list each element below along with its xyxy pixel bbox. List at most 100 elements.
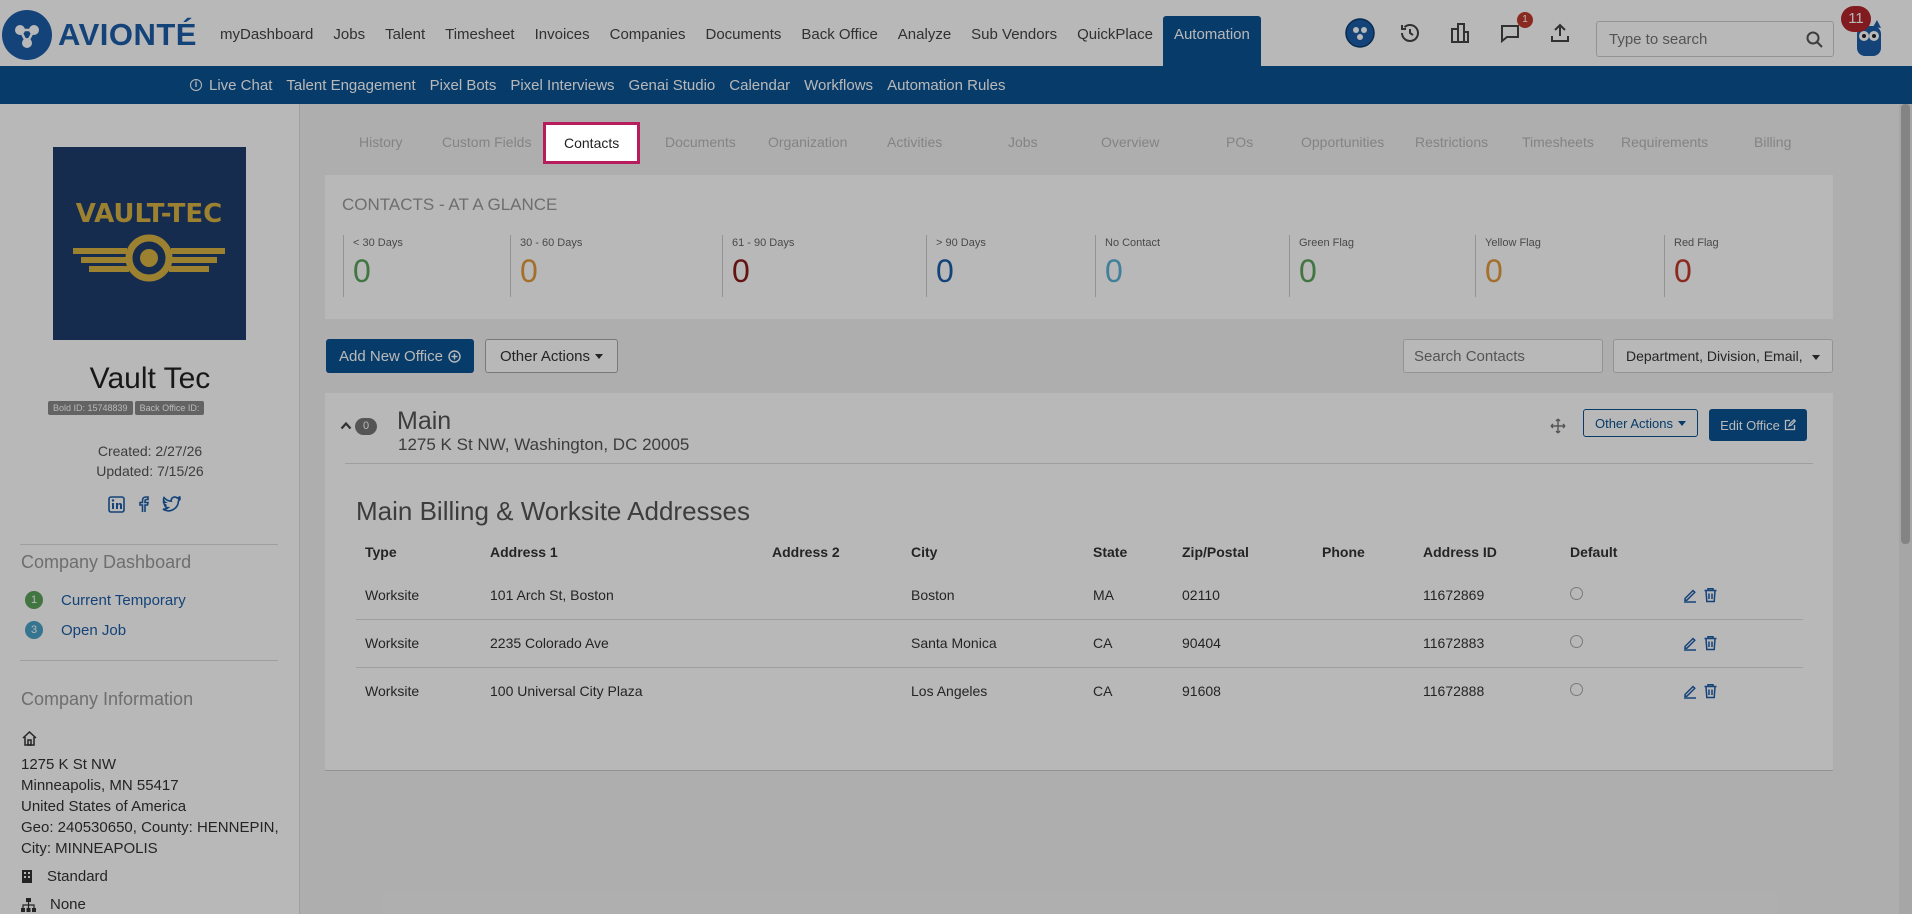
chevron-up-icon[interactable] [340,417,352,435]
cell-type: Worksite [365,683,420,700]
stat-under-30-days[interactable]: < 30 Days 0 [343,235,403,297]
cell-city: Los Angeles [911,683,988,700]
stat-61-90-days[interactable]: 61 - 90 Days 0 [722,235,794,297]
menu-back-office[interactable]: Back Office [791,16,887,66]
tab-billing[interactable]: Billing [1754,134,1791,150]
trash-icon[interactable] [1703,587,1718,603]
edit-office-button[interactable]: Edit Office [1709,409,1807,441]
current-temporary-link[interactable]: Current Temporary [61,592,186,609]
facebook-icon[interactable] [135,496,152,513]
menu-quickplace[interactable]: QuickPlace [1067,16,1163,66]
tab-organization[interactable]: Organization [768,134,847,150]
default-radio[interactable] [1570,635,1583,648]
menu-sub-vendors[interactable]: Sub Vendors [961,16,1067,66]
company-name: Vault Tec [89,362,211,395]
tab-pos[interactable]: POs [1226,134,1253,150]
menu-jobs[interactable]: Jobs [323,16,375,66]
tab-opportunities[interactable]: Opportunities [1301,134,1384,150]
chat-icon[interactable]: 1 [1495,12,1533,48]
column-header: Zip/Postal [1182,544,1249,560]
menu-timesheet[interactable]: Timesheet [435,16,524,66]
linkedin-icon[interactable] [108,496,125,513]
tab-overview[interactable]: Overview [1101,134,1159,150]
stat-over-90-days[interactable]: > 90 Days 0 [926,235,986,297]
edit-icon[interactable] [1682,635,1698,651]
cell-default [1561,619,1673,668]
building-icon[interactable] [1445,18,1475,48]
subnav-talent-engagement[interactable]: Talent Engagement [286,77,415,94]
search-icon[interactable] [1806,31,1823,53]
upload-icon[interactable] [1545,18,1575,48]
other-actions-label: Other Actions [499,347,591,365]
add-new-office-button[interactable]: Add New Office [326,339,474,373]
search-contacts[interactable] [1403,339,1603,373]
column-header: Address 1 [490,544,558,560]
menu-invoices[interactable]: Invoices [525,16,600,66]
default-radio[interactable] [1570,683,1583,697]
tab-documents[interactable]: Documents [665,134,736,150]
stat-no-contact[interactable]: No Contact 0 [1095,235,1160,297]
apps-icon[interactable] [1345,18,1375,48]
other-actions-dropdown[interactable]: Other Actions [485,339,618,373]
trash-icon[interactable] [1703,683,1718,699]
menu-automation[interactable]: Automation [1162,16,1261,66]
twitter-icon[interactable] [162,496,181,513]
menu-documents[interactable]: Documents [696,16,792,66]
office-other-actions-dropdown[interactable]: Other Actions [1583,409,1698,437]
dashboard-open-job[interactable]: 3 Open Job [25,621,126,639]
tab-timesheets[interactable]: Timesheets [1522,134,1594,150]
cell-city: Boston [902,571,1084,620]
trash-icon[interactable] [1703,635,1718,651]
scrollbar-thumb[interactable] [1901,104,1910,544]
subnav-live-chat[interactable]: i Live Chat [190,77,272,94]
stat-label: No Contact [1105,237,1161,249]
menu-analyze[interactable]: Analyze [888,16,961,66]
edit-icon[interactable] [1682,683,1698,699]
menu-talent[interactable]: Talent [375,16,435,66]
stat-label: Yellow Flag [1485,237,1541,249]
office-divider [345,463,1813,464]
stat-label: Green Flag [1299,237,1355,249]
default-radio[interactable] [1570,586,1583,600]
tab-custom-fields[interactable]: Custom Fields [442,134,531,150]
company-parent-row: None [21,896,86,913]
open-job-link[interactable]: Open Job [61,622,126,639]
global-search-input[interactable] [1597,22,1797,56]
search-contacts-input[interactable] [1404,340,1594,372]
subnav-workflows[interactable]: Workflows [804,77,873,94]
tab-history[interactable]: History [359,134,403,150]
tab-restrictions[interactable]: Restrictions [1415,134,1488,150]
column-header: Type [365,544,397,560]
page-scrollbar[interactable] [1899,104,1912,914]
stat-green-flag[interactable]: Green Flag 0 [1289,235,1354,297]
stat-label: 30 - 60 Days [520,237,583,249]
cell-state: CA [1084,619,1173,668]
tab-contacts[interactable]: Contacts [543,122,641,164]
subnav-calendar[interactable]: Calendar [729,77,790,94]
move-icon[interactable] [1550,418,1566,439]
edit-icon[interactable] [1682,587,1698,603]
tab-activities[interactable]: Activities [887,134,942,150]
stat-30-60-days[interactable]: 30 - 60 Days 0 [510,235,582,297]
stat-yellow-flag[interactable]: Yellow Flag 0 [1475,235,1541,297]
stat-value: 0 [1105,253,1123,289]
menu-companies[interactable]: Companies [600,16,696,66]
subnav-automation-rules[interactable]: Automation Rules [887,77,1005,94]
dashboard-current-temporary[interactable]: 1 Current Temporary [25,591,186,609]
created-date: Created: 2/27/26 [97,443,203,459]
subnav-genai-studio[interactable]: Genai Studio [629,77,716,94]
avionte-logo[interactable]: AVIONTÉ [2,10,197,60]
subnav-pixel-interviews[interactable]: Pixel Interviews [510,77,614,94]
history-icon[interactable] [1395,18,1425,48]
global-search[interactable] [1596,21,1834,57]
stat-red-flag[interactable]: Red Flag 0 [1664,235,1719,297]
menu-mydashboard[interactable]: myDashboard [210,16,323,66]
search-fields-select[interactable]: Department, Division, Email, [1613,339,1833,373]
tab-requirements[interactable]: Requirements [1621,134,1708,150]
notification-badge[interactable]: 11 [1841,6,1871,32]
tab-jobs[interactable]: Jobs [1008,134,1038,150]
cell-state: MA [1084,571,1173,620]
cell-actions [1673,571,1803,620]
cell-zip: 02110 [1173,571,1313,620]
subnav-pixel-bots[interactable]: Pixel Bots [430,77,497,94]
